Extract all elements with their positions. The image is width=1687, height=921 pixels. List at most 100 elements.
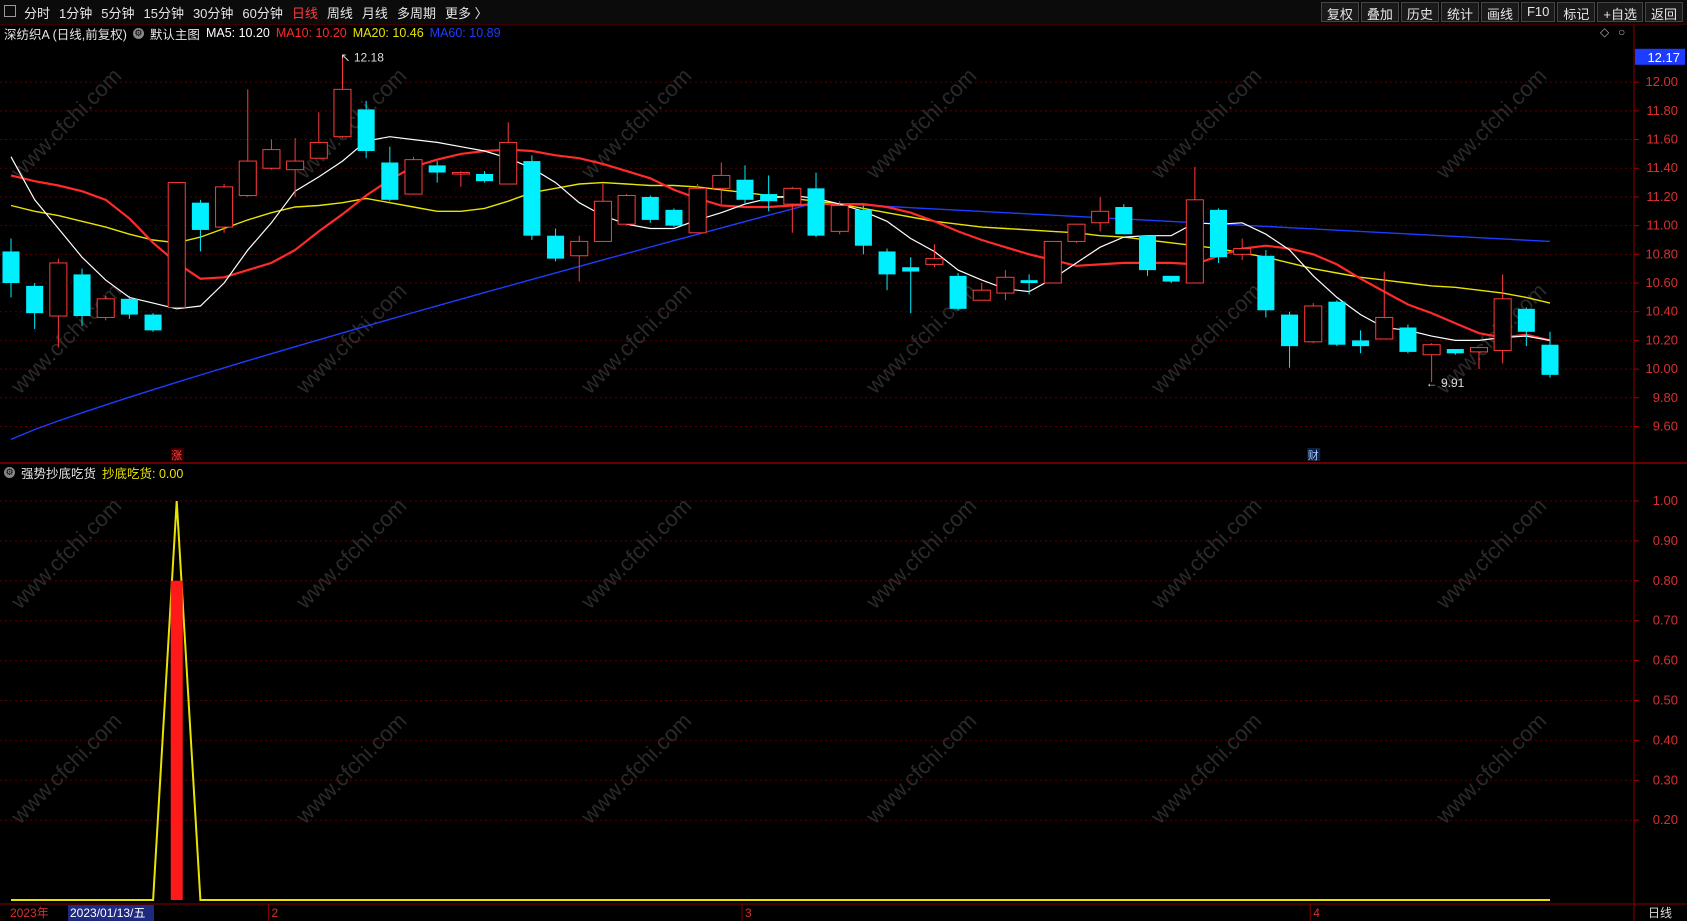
candle-body-down [523, 161, 541, 236]
tool-button-5[interactable]: F10 [1520, 2, 1556, 22]
candle-body-down [1281, 314, 1299, 347]
candle-body-up [286, 160, 305, 171]
indicator-name[interactable]: 强势抄底吃货 [21, 463, 96, 482]
tab-period-6[interactable]: 日线 [292, 3, 318, 22]
candle-body-down [665, 209, 683, 226]
candle-body-up [1091, 210, 1110, 224]
sub-tick-label: 0.70 [1653, 613, 1678, 628]
month-label: 3 [745, 906, 752, 920]
candle-body-down [878, 251, 896, 275]
price-tag-label: 12.17 [1647, 50, 1680, 65]
period-tabs: 分时 1分钟 5分钟 15分钟 30分钟 60分钟 日线 周线 月线 多周期 更多 〉 [24, 0, 497, 24]
sub-tick-label: 0.50 [1653, 692, 1678, 707]
sub-tick-label: 0.20 [1653, 812, 1678, 827]
chart-canvas[interactable]: 12.00 11.80 11.60 11.40 11.20 11.00 10.80 10.60… [0, 0, 1687, 921]
candle-body-up [238, 160, 257, 197]
tab-period-4[interactable]: 30分钟 [193, 3, 233, 22]
sub-chart-info: ⚙ 强势抄底吃货 抄底吃货: 0.00 [4, 463, 189, 481]
price-tick-label: 10.60 [1645, 275, 1678, 290]
watermark-text: www.cfchi.com [575, 278, 696, 399]
candle-body-down [476, 173, 494, 182]
tool-button-1[interactable]: 叠加 [1360, 2, 1399, 22]
tool-button-8[interactable]: 返回 [1644, 2, 1683, 22]
tab-period-8[interactable]: 月线 [362, 3, 388, 22]
watermark-text: www.cfchi.com [290, 708, 411, 829]
tool-button-4[interactable]: 画线 [1480, 2, 1519, 22]
candle-body-up [1185, 199, 1204, 284]
tab-period-10[interactable]: 更多 〉 [445, 3, 488, 22]
indicator-dot-icon: ○ [1618, 25, 1625, 39]
watermark-text: www.cfchi.com [5, 708, 126, 829]
watermark-text: www.cfchi.com [860, 493, 981, 614]
ma60-value: MA60: 10.89 [429, 26, 501, 40]
price-tick-label: 10.00 [1645, 361, 1678, 376]
watermark-text: www.cfchi.com [5, 493, 126, 614]
tab-period-1[interactable]: 1分钟 [59, 3, 92, 22]
candle-body-down [357, 109, 375, 152]
candle-body-down [381, 162, 399, 200]
sub-tick-label: 0.30 [1653, 772, 1678, 787]
template-name[interactable]: 默认主图 [150, 24, 200, 43]
watermark-text: www.cfchi.com [1430, 708, 1551, 829]
sub-tick-label: 0.60 [1653, 653, 1678, 668]
candle-body-down [1209, 209, 1228, 258]
menu-icon[interactable] [4, 5, 16, 17]
price-tick-label: 10.80 [1645, 246, 1678, 261]
marker-zhang: 涨 [171, 449, 182, 462]
candle-body-down [736, 179, 754, 200]
candle-body-up [1493, 298, 1512, 351]
tab-period-0[interactable]: 分时 [24, 3, 50, 22]
candle-body-down [1352, 340, 1370, 347]
top-toolbar: 分时 1分钟 5分钟 15分钟 30分钟 60分钟 日线 周线 月线 多周期 更多 〉 复权 叠加 历史… [0, 0, 1687, 25]
tool-button-2[interactable]: 历史 [1400, 2, 1439, 22]
price-tick-label: 12.00 [1645, 74, 1678, 89]
tool-button-0[interactable]: 复权 [1320, 2, 1359, 22]
tool-button-6[interactable]: 标记 [1557, 2, 1596, 22]
stock-title[interactable]: 深纺织A (日线,前复权) [4, 24, 127, 43]
low-price-label: ← 9.91 [1426, 376, 1465, 390]
candle-body-down [1115, 206, 1133, 235]
toolbar-buttons: 复权 叠加 历史 统计 画线 F10 标记 +自选 返回 [1319, 2, 1683, 22]
watermark-text: www.cfchi.com [575, 63, 696, 184]
marker-cai: 财 [1308, 448, 1319, 462]
tool-button-3[interactable]: 统计 [1440, 2, 1479, 22]
candle-body-up [1304, 305, 1323, 343]
month-label: 2 [271, 906, 278, 920]
candle-body-up [96, 298, 115, 318]
sub-tick-label: 0.90 [1653, 533, 1678, 548]
candle-body-down [807, 188, 825, 236]
ma5-value: MA5: 10.20 [205, 26, 270, 40]
template-settings-icon[interactable]: ⚙ [132, 27, 144, 39]
watermark-text: www.cfchi.com [860, 63, 981, 184]
tab-period-2[interactable]: 5分钟 [101, 3, 134, 22]
watermark-text: www.cfchi.com [860, 708, 981, 829]
year-label: 2023年 [10, 906, 49, 920]
ma20-line [10, 181, 1551, 304]
candle-body-up [1067, 223, 1086, 242]
tab-period-9[interactable]: 多周期 [397, 3, 436, 22]
tab-period-7[interactable]: 周线 [327, 3, 353, 22]
watermark-text: www.cfchi.com [1430, 63, 1551, 184]
candle-body-down [1446, 349, 1464, 354]
indicator-value: 抄底吃货: 0.00 [102, 466, 184, 481]
candle-body-up [1043, 240, 1062, 284]
price-tick-label: 11.80 [1646, 103, 1678, 118]
period-label: 日线 [1648, 906, 1672, 920]
price-tick-label: 10.40 [1645, 304, 1678, 319]
candle-body-down [949, 275, 967, 309]
tool-button-7[interactable]: +自选 [1597, 2, 1643, 22]
watermark-text: www.cfchi.com [1430, 493, 1551, 614]
indicator-settings-icon[interactable]: ⚙ [4, 466, 15, 478]
watermark-text: www.cfchi.com [575, 708, 696, 829]
candle-body-down [1162, 275, 1180, 282]
tab-period-5[interactable]: 60分钟 [242, 3, 282, 22]
watermark-text: www.cfchi.com [5, 63, 126, 184]
candle-body-down [641, 196, 659, 220]
candle-body-up [712, 174, 731, 189]
candle-body-down [26, 285, 44, 314]
tab-period-3[interactable]: 15分钟 [143, 3, 183, 22]
price-tick-label: 10.20 [1645, 332, 1678, 347]
candle-body-up [688, 187, 707, 234]
price-tick-label: 11.60 [1646, 132, 1678, 147]
candle-body-up [1469, 347, 1488, 353]
